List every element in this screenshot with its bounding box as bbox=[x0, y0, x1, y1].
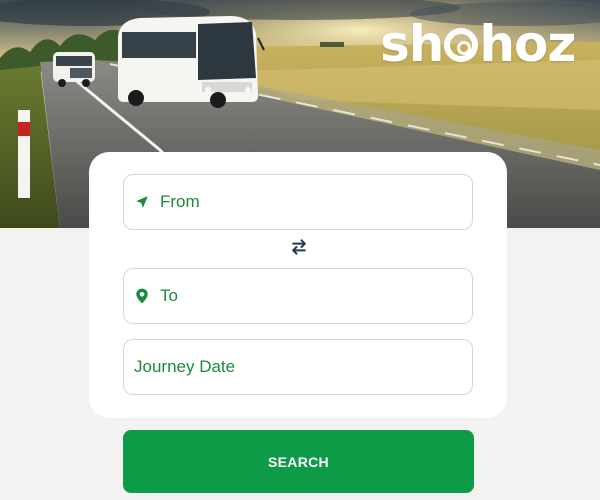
location-pin-icon bbox=[134, 288, 150, 304]
swap-button[interactable] bbox=[288, 238, 310, 260]
to-label: To bbox=[160, 286, 178, 305]
shohoz-logo: sh hoz bbox=[380, 15, 576, 73]
search-card: From To Journey Date bbox=[89, 152, 507, 418]
to-field[interactable]: To bbox=[123, 268, 473, 324]
from-label: From bbox=[160, 192, 200, 211]
journey-date-field[interactable]: Journey Date bbox=[123, 339, 473, 395]
from-field[interactable]: From bbox=[123, 174, 473, 230]
logo-ring-icon bbox=[444, 28, 479, 62]
small-bus-graphic bbox=[53, 52, 95, 87]
page: sh hoz From To Journey Date SEARCH bbox=[0, 0, 600, 500]
swap-arrows-icon bbox=[289, 237, 309, 262]
navigation-arrow-icon bbox=[134, 194, 150, 210]
journey-date-label: Journey Date bbox=[134, 357, 236, 376]
search-button[interactable]: SEARCH bbox=[123, 430, 474, 493]
large-bus-graphic bbox=[118, 16, 265, 108]
